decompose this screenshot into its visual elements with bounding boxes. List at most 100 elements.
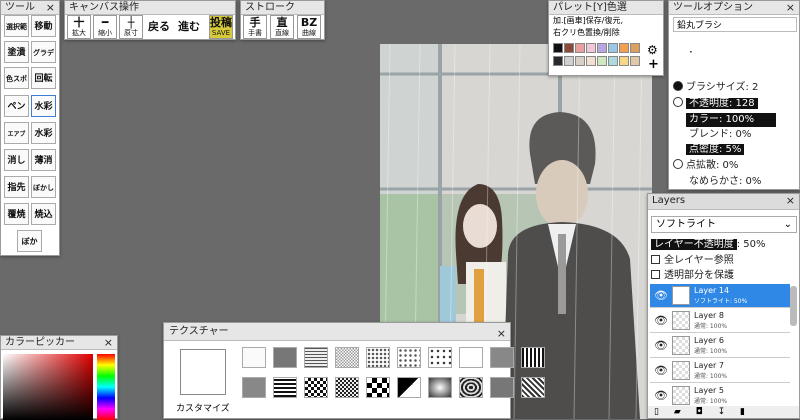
radio-icon[interactable] — [673, 81, 683, 91]
rotate-tool[interactable]: 回転 — [31, 67, 56, 89]
layer-item[interactable]: 👁 Layer 5 通常: 100% — [650, 384, 790, 408]
color-swatch[interactable] — [586, 43, 596, 53]
trash-icon[interactable]: ▮ — [740, 407, 745, 417]
layer-item[interactable]: 👁 Layer 8 通常: 100% — [650, 309, 790, 333]
close-icon[interactable]: × — [497, 325, 506, 340]
color-swatch[interactable] — [553, 56, 563, 66]
color-swatch[interactable] — [597, 43, 607, 53]
eye-icon[interactable]: 👁 — [654, 389, 668, 402]
checkbox-icon[interactable] — [651, 270, 660, 279]
texture-swatch[interactable] — [304, 377, 328, 398]
eye-icon[interactable]: 👁 — [654, 364, 668, 377]
smoothness-slider[interactable]: なめらかさ: 0% — [689, 176, 761, 187]
saturation-value-area[interactable] — [3, 354, 93, 420]
blend-mode-select[interactable]: ソフトライト ⌄ — [651, 216, 797, 233]
layer-item[interactable]: 👁 Layer 6 通常: 100% — [650, 334, 790, 358]
texture-customize-swatch[interactable] — [180, 349, 226, 395]
layer-item[interactable]: 👁 Layer 14 ソフトライト: 50% — [650, 284, 790, 308]
gear-icon[interactable]: ⚙ — [647, 43, 658, 57]
watercolor-tool[interactable]: 水彩 — [31, 95, 56, 117]
pen-tool[interactable]: ペン — [4, 95, 29, 117]
texture-swatch[interactable] — [304, 347, 328, 368]
gradient-tool[interactable]: グラデ — [31, 41, 56, 63]
fill-tool[interactable]: 塗潰 — [4, 41, 29, 63]
color-swatch[interactable] — [575, 56, 585, 66]
brush-name[interactable]: 鉛丸ブラシ — [673, 17, 797, 32]
texture-swatch[interactable] — [366, 347, 390, 368]
line-button[interactable]: 直直線 — [270, 15, 294, 39]
airbrush-tool[interactable]: エアブラシ — [4, 122, 29, 144]
close-icon[interactable]: × — [786, 1, 795, 14]
blur-tool[interactable]: ぼかし — [17, 230, 42, 252]
eye-icon[interactable]: 👁 — [654, 339, 668, 352]
color-swatch[interactable] — [619, 43, 629, 53]
select-tool[interactable]: 選択範囲 — [4, 15, 29, 37]
radio-icon[interactable] — [673, 159, 683, 169]
texture-swatch[interactable] — [521, 377, 545, 398]
texture-swatch[interactable] — [273, 347, 297, 368]
color-swatch[interactable] — [564, 56, 574, 66]
hue-slider[interactable] — [97, 354, 115, 420]
layers-scrollbar[interactable] — [790, 286, 797, 326]
color-slider[interactable]: カラー: 100% — [686, 113, 776, 127]
texture-swatch[interactable] — [428, 377, 452, 398]
layer-opacity-label[interactable]: レイヤー不透明度 — [651, 239, 737, 250]
spread-slider[interactable]: 点拡散: 0% — [686, 160, 738, 171]
color-swatch[interactable] — [630, 43, 640, 53]
new-layer-icon[interactable]: ▯ — [654, 407, 659, 417]
bezier-button[interactable]: BZ 曲線 — [297, 15, 321, 39]
texture-swatch[interactable] — [490, 347, 514, 368]
blend-tool[interactable]: ぼかし — [31, 176, 56, 198]
folder-icon[interactable]: ▰ — [674, 407, 681, 417]
texture-swatch[interactable] — [459, 377, 483, 398]
soft-eraser-tool[interactable]: 薄消 — [31, 149, 56, 171]
texture-swatch[interactable] — [490, 377, 514, 398]
layer-item[interactable]: 👁 Layer 7 通常: 100% — [650, 359, 790, 383]
texture-swatch[interactable] — [397, 347, 421, 368]
palette-header[interactable]: パレット[Y]色選 — [549, 1, 663, 15]
tool-options-header[interactable]: ツールオプション × — [669, 1, 799, 15]
color-swatch[interactable] — [564, 43, 574, 53]
zoom-in-button[interactable]: 十拡大 — [67, 15, 91, 39]
radio-icon[interactable] — [673, 97, 683, 107]
watercolor2-tool[interactable]: 水彩2 — [31, 122, 56, 144]
post-button[interactable]: 投稿 SAVE — [209, 15, 233, 39]
eyedropper-tool[interactable]: 色スポ — [4, 67, 29, 89]
close-icon[interactable]: × — [46, 1, 55, 14]
texture-swatch[interactable] — [242, 347, 266, 368]
color-swatch[interactable] — [586, 56, 596, 66]
color-swatch[interactable] — [608, 56, 618, 66]
mask-icon[interactable]: ◘ — [696, 407, 703, 417]
color-swatch[interactable] — [619, 56, 629, 66]
move-tool[interactable]: 移動 — [31, 15, 56, 37]
texture-swatch[interactable] — [335, 377, 359, 398]
texture-swatch[interactable] — [273, 377, 297, 398]
eraser-tool[interactable]: 消し — [4, 149, 29, 171]
texture-swatch[interactable] — [459, 347, 483, 368]
texture-swatch[interactable] — [366, 377, 390, 398]
finger-tool[interactable]: 指先 — [4, 176, 29, 198]
color-swatch[interactable] — [553, 43, 563, 53]
checkbox-icon[interactable] — [651, 255, 660, 264]
merge-down-icon[interactable]: ↧ — [718, 407, 726, 417]
dodge-tool[interactable]: 覆焼 — [4, 203, 29, 225]
color-picker-header[interactable]: カラーピッカー × — [1, 336, 117, 350]
freehand-button[interactable]: 手手書 — [243, 15, 267, 39]
texture-swatch[interactable] — [242, 377, 266, 398]
stroke-panel-header[interactable]: ストローク — [241, 1, 324, 15]
texture-swatch[interactable] — [521, 347, 545, 368]
opacity-slider[interactable]: 不透明度: 128 — [686, 98, 758, 109]
plus-icon[interactable]: + — [648, 57, 659, 72]
close-icon[interactable]: × — [786, 194, 795, 207]
close-icon[interactable]: × — [104, 336, 113, 349]
texture-swatch[interactable] — [335, 347, 359, 368]
density-slider[interactable]: 点密度: 5% — [686, 144, 745, 155]
undo-button[interactable]: 戻る — [147, 15, 171, 39]
texture-swatch[interactable] — [428, 347, 452, 368]
color-swatch[interactable] — [630, 56, 640, 66]
actual-size-button[interactable]: ┼ 原寸 — [119, 15, 143, 39]
color-swatch[interactable] — [608, 43, 618, 53]
layers-header[interactable]: Layers × — [648, 194, 799, 210]
eye-icon[interactable]: 👁 — [654, 289, 668, 302]
blend-slider[interactable]: ブレンド: 0% — [689, 129, 751, 140]
